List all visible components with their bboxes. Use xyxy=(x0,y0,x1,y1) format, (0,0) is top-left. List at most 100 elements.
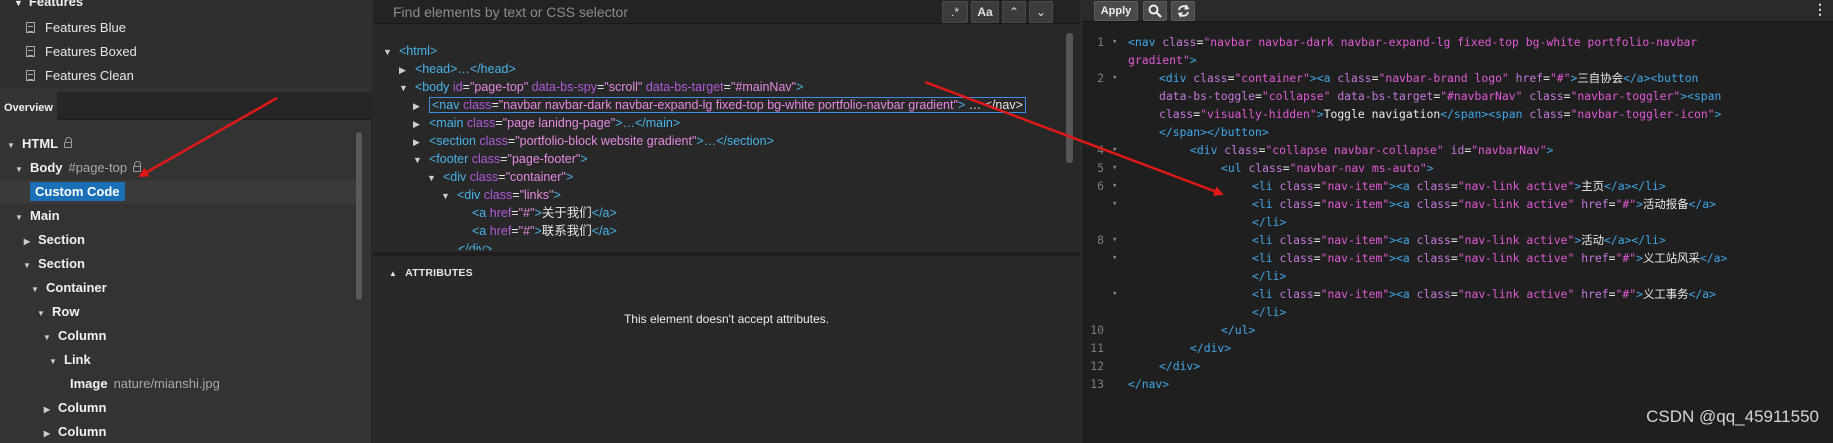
dom-node-link-contact[interactable]: <a href="#">联系我们</a> xyxy=(472,222,617,240)
chevron-down-icon[interactable]: ▼ xyxy=(14,158,24,182)
chevron-right-icon[interactable]: ▶ xyxy=(413,97,423,115)
tree-node-link[interactable]: ▼ Link xyxy=(0,348,356,372)
tree-node-label: HTML xyxy=(22,136,59,151)
line-number: 4 xyxy=(1097,143,1104,157)
fold-arrow-icon[interactable]: ▾ xyxy=(1112,33,1117,51)
feature-item-clean[interactable]: Features Clean xyxy=(26,65,134,87)
attr-value: "page-footer" xyxy=(507,152,581,166)
tree-node-column[interactable]: ▶ Column xyxy=(0,396,356,420)
regex-toggle-button[interactable]: .* xyxy=(942,1,968,23)
selected-node-highlight: <nav class="navbar navbar-dark navbar-ex… xyxy=(429,97,1026,113)
tab-overview[interactable]: Overview xyxy=(0,92,57,120)
code-line: 6 ▾ <li class="nav-item"><a class="nav-lin… xyxy=(1082,177,1833,195)
line-number: 10 xyxy=(1090,323,1104,337)
tree-node-body[interactable]: ▼ Body #page-top xyxy=(0,156,356,180)
chevron-down-icon[interactable]: ▼ xyxy=(42,326,52,350)
more-options-icon[interactable]: ⋮ xyxy=(1813,1,1827,18)
chevron-down-icon[interactable]: ▼ xyxy=(6,134,16,158)
code-line: 11 </div> xyxy=(1082,339,1833,357)
dom-inspector-panel: .* Aa ⌃ ⌄ ▼ <html> ▶ <head>…</head> ▼ <body… xyxy=(373,0,1080,443)
tree-node-label: Link xyxy=(64,352,91,367)
chevron-right-icon[interactable]: ▶ xyxy=(22,230,32,254)
chevron-down-icon[interactable]: ▼ xyxy=(413,151,423,169)
tree-node-section[interactable]: ▼ Section xyxy=(0,252,356,276)
search-button[interactable] xyxy=(1143,1,1167,21)
chevron-up-icon: ▲ xyxy=(389,269,398,278)
fold-arrow-icon[interactable]: ▾ xyxy=(1112,285,1117,303)
tree-node-column[interactable]: ▶ Column xyxy=(0,420,356,443)
attr-value: "links" xyxy=(519,188,554,202)
chevron-right-icon[interactable]: ▶ xyxy=(413,133,423,151)
tag-text: <body xyxy=(415,80,450,94)
outline-scrollbar[interactable] xyxy=(356,132,362,300)
tree-node-label: Column xyxy=(58,400,107,415)
dom-node-body[interactable]: ▼ <body id="page-top" data-bs-spy="scroll… xyxy=(399,78,803,96)
tree-node-label: Column xyxy=(58,328,107,343)
tree-node-section[interactable]: ▶ Section xyxy=(0,228,356,252)
tree-node-image[interactable]: Image nature/mianshi.jpg xyxy=(0,372,356,396)
next-match-button[interactable]: ⌄ xyxy=(1029,1,1053,23)
fold-arrow-icon[interactable]: ▾ xyxy=(1112,249,1117,267)
attributes-empty-message: This element doesn't accept attributes. xyxy=(623,312,830,326)
dom-node-main[interactable]: ▶ <main class="page lanidng-page">…</main… xyxy=(413,114,680,132)
dom-node-div-container[interactable]: ▼ <div class="container"> xyxy=(427,168,573,186)
dom-node-link-about[interactable]: <a href="#">关于我们</a> xyxy=(472,204,617,222)
feature-item-blue[interactable]: Features Blue xyxy=(26,17,126,39)
chevron-down-icon[interactable]: ▼ xyxy=(36,302,46,326)
code-line: 4 ▾ <div class="collapse navbar-collapse" … xyxy=(1082,141,1833,159)
search-replace-button[interactable] xyxy=(1171,1,1195,21)
chevron-down-icon[interactable]: ▼ xyxy=(441,187,451,205)
line-number: 13 xyxy=(1090,377,1104,391)
tree-node-main[interactable]: ▼ Main xyxy=(0,204,356,228)
dom-node-section[interactable]: ▶ <section class="portfolio-block website… xyxy=(413,132,774,150)
fold-arrow-icon[interactable]: ▾ xyxy=(1112,69,1117,87)
chevron-down-icon[interactable]: ▼ xyxy=(48,350,58,374)
tree-node-column[interactable]: ▼ Column xyxy=(0,324,356,348)
chevron-down-icon[interactable]: ▼ xyxy=(427,169,437,187)
line-number: 8 xyxy=(1097,233,1104,247)
chevron-down-icon[interactable]: ▼ xyxy=(383,43,393,61)
previous-match-button[interactable]: ⌃ xyxy=(1002,1,1026,23)
dom-tree-scrollbar[interactable] xyxy=(1066,33,1073,163)
fold-arrow-icon[interactable]: ▾ xyxy=(1112,195,1117,213)
search-input[interactable] xyxy=(385,2,905,22)
dom-node-div-links[interactable]: ▼ <div class="links"> xyxy=(441,186,561,204)
code-line: class="visually-hidden">Toggle navigatio… xyxy=(1159,107,1722,121)
code-text: 三自协会 xyxy=(1577,71,1623,85)
fold-arrow-icon[interactable]: ▾ xyxy=(1112,231,1117,249)
chevron-right-icon[interactable]: ▶ xyxy=(399,61,409,79)
tree-node-container[interactable]: ▼ Container xyxy=(0,276,356,300)
dom-node-html[interactable]: ▼ <html> xyxy=(383,42,437,60)
panel-divider[interactable] xyxy=(373,252,1080,256)
chevron-down-icon[interactable]: ▼ xyxy=(22,254,32,278)
fold-arrow-icon[interactable]: ▾ xyxy=(1112,177,1117,195)
chevron-down-icon[interactable]: ▼ xyxy=(399,79,409,97)
tree-node-label: Column xyxy=(58,424,107,439)
chevron-right-icon[interactable]: ▶ xyxy=(413,115,423,133)
dom-node-nav-selected[interactable]: ▶ <nav class="navbar navbar-dark navbar-e… xyxy=(413,96,1026,114)
code-toolbar: Apply ⋮ xyxy=(1082,0,1833,22)
fold-arrow-icon[interactable]: ▾ xyxy=(1112,159,1117,177)
fold-arrow-icon[interactable]: ▾ xyxy=(1112,141,1117,159)
chevron-right-icon[interactable]: ▶ xyxy=(42,422,52,443)
match-case-button[interactable]: Aa xyxy=(971,1,999,23)
dom-node-footer[interactable]: ▼ <footer class="page-footer"> xyxy=(413,150,588,168)
chevron-down-icon[interactable]: ▼ xyxy=(14,206,24,230)
tag-text: <html> xyxy=(399,44,438,58)
dom-node-head[interactable]: ▶ <head>…</head> xyxy=(399,60,516,78)
tree-node-label: Section xyxy=(38,232,85,247)
tree-node-html[interactable]: ▼ HTML xyxy=(0,132,356,156)
features-group-header[interactable]: ▼ Features xyxy=(14,0,83,9)
tree-node-custom-code[interactable]: Custom Code xyxy=(0,180,356,204)
chevron-down-icon[interactable]: ▼ xyxy=(30,278,40,302)
apply-button[interactable]: Apply xyxy=(1094,1,1138,21)
code-line: </li> xyxy=(1252,305,1287,319)
attr-value: "navbar navbar-dark navbar-expand-lg fix… xyxy=(498,98,958,112)
code-line: </span></button> xyxy=(1159,125,1269,139)
line-number: 12 xyxy=(1090,359,1104,373)
tree-node-row[interactable]: ▼ Row xyxy=(0,300,356,324)
dom-node-div-close[interactable]: </div> xyxy=(458,240,492,250)
chevron-right-icon[interactable]: ▶ xyxy=(42,398,52,422)
attributes-section-header[interactable]: ▲ ATTRIBUTES xyxy=(389,267,473,279)
feature-item-boxed[interactable]: Features Boxed xyxy=(26,41,137,63)
